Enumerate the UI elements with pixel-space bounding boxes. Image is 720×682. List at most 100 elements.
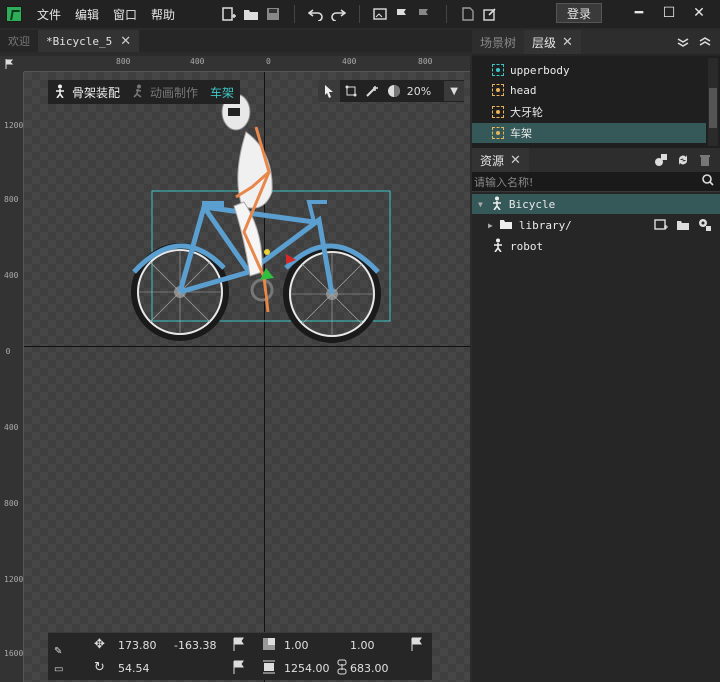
person-icon [492, 238, 504, 255]
menu-bar: 文件 编辑 窗口 帮助 [30, 6, 182, 23]
link-ratio-icon[interactable] [336, 659, 348, 679]
scale-x-value[interactable]: 1.00 [284, 639, 309, 652]
ruler-top-label: 400 [342, 57, 357, 66]
bicycle-figure[interactable] [24, 72, 470, 682]
tab-close-icon[interactable]: ✕ [120, 34, 131, 49]
onion-skin-icon[interactable] [383, 80, 405, 102]
height-value[interactable]: 683.00 [350, 662, 389, 675]
collapse-arrow-icon[interactable]: ▶ [488, 221, 493, 230]
tab-assets-label: 资源 [480, 153, 505, 168]
chainring [250, 278, 274, 302]
open-folder-icon[interactable] [240, 3, 262, 25]
layer-item-label: upperbody [510, 63, 570, 77]
app-logo-icon [6, 6, 22, 22]
close-icon[interactable]: ✕ [684, 2, 714, 24]
width-value[interactable]: 1254.00 [284, 662, 330, 675]
ruler-left-label: 1200 [4, 575, 24, 584]
layer-down-icon[interactable] [672, 33, 694, 51]
bone-icon [492, 84, 504, 96]
add-bone-icon[interactable] [361, 80, 383, 102]
transform-handle-icon[interactable] [340, 80, 362, 102]
open-folder-icon[interactable] [672, 215, 694, 235]
scale-icon [262, 637, 276, 655]
export-icon[interactable] [392, 3, 414, 25]
minimize-icon[interactable]: ━ [624, 2, 654, 24]
import-image-icon[interactable] [650, 215, 672, 235]
main-toolbar [218, 3, 501, 25]
layer-item[interactable]: head [472, 80, 706, 100]
stage-canvas[interactable] [24, 72, 470, 682]
tab-assets[interactable]: 资源 ✕ [472, 148, 529, 172]
menu-window[interactable]: 窗口 [106, 6, 144, 23]
document-icon[interactable] [457, 3, 479, 25]
zoom-dropdown-icon[interactable]: ▼ [444, 81, 464, 101]
redo-icon[interactable] [327, 3, 349, 25]
animation-mode-button[interactable]: 动画制作 [126, 80, 204, 104]
flag-icon[interactable] [232, 637, 244, 655]
ruler-top-label: 800 [418, 57, 433, 66]
locate-icon[interactable] [694, 215, 716, 235]
delete-icon[interactable] [694, 151, 716, 169]
tab-assets-close-icon[interactable]: ✕ [510, 153, 521, 168]
login-button[interactable]: 登录 [556, 3, 602, 23]
layer-scrollbar[interactable] [708, 58, 718, 146]
flag-icon[interactable] [410, 637, 422, 655]
menu-help[interactable]: 帮助 [144, 6, 182, 23]
menu-edit[interactable]: 编辑 [68, 6, 106, 23]
transform-properties: ✥ 173.80 -163.38 1.00 1.00 ↻ 54.54 1254.… [48, 632, 432, 680]
rigging-mode-button[interactable]: 骨架装配 [48, 80, 126, 104]
scale-y-value[interactable]: 1.00 [350, 639, 375, 652]
layer-item[interactable]: upperbody [472, 60, 706, 80]
flag-icon[interactable] [232, 660, 244, 678]
position-x-value[interactable]: 173.80 [118, 639, 157, 652]
rigging-mode-label: 骨架装配 [72, 85, 121, 100]
ruler-corner [0, 56, 24, 72]
layer-item[interactable]: 大牙轮 [472, 102, 706, 122]
asset-search-input[interactable] [474, 173, 694, 191]
rotation-value[interactable]: 54.54 [118, 662, 150, 675]
save-icon[interactable] [262, 3, 284, 25]
side-mini-tools: ✎ ▭ [50, 642, 72, 680]
layer-list: upperbody head 大牙轮 车架 [472, 56, 720, 148]
asset-item-label: robot [510, 239, 544, 253]
layer-up-icon[interactable] [694, 33, 716, 51]
asset-tree-item-library[interactable]: ▶ library/ [472, 215, 720, 235]
layer-item-selected[interactable]: 车架 [472, 123, 706, 143]
refresh-icon[interactable] [672, 151, 694, 169]
mode-bar: 骨架装配 动画制作 车架 [48, 80, 241, 104]
asset-item-label: Bicycle [508, 197, 556, 211]
new-file-icon[interactable] [218, 3, 240, 25]
tab-bicycle-label: *Bicycle_5 [46, 34, 113, 48]
tab-layers[interactable]: 层级 ✕ [524, 30, 581, 54]
tab-welcome[interactable]: 欢迎 [0, 30, 38, 52]
image-icon[interactable]: ▭ [54, 664, 63, 675]
ruler-left-label: 1600 [4, 649, 24, 658]
undo-icon[interactable] [305, 3, 327, 25]
edit-icon[interactable] [479, 3, 501, 25]
import-image-icon[interactable] [370, 3, 392, 25]
asset-search [472, 172, 720, 192]
title-bar: 文件 编辑 窗口 帮助 登录 ━ ☐ ✕ [0, 0, 720, 28]
export-flag-icon[interactable] [414, 3, 436, 25]
tab-bicycle[interactable]: *Bicycle_5 ✕ [38, 30, 140, 52]
right-panel: 场景树 层级 ✕ upperbody head 大牙轮 车架 资源 ✕ 请输入名… [472, 30, 720, 682]
select-arrow-icon[interactable] [318, 80, 340, 102]
asset-item-label: library/ [518, 218, 572, 232]
bone-icon [492, 106, 504, 118]
asset-tree-item-robot[interactable]: robot [472, 236, 720, 256]
tab-scene-tree-label: 场景树 [480, 35, 517, 50]
search-icon[interactable] [702, 174, 714, 189]
asset-tree-item-bicycle[interactable]: ▼ Bicycle [472, 194, 720, 214]
position-y-value[interactable]: -163.38 [174, 639, 216, 652]
maximize-icon[interactable]: ☐ [654, 2, 684, 24]
tab-layers-close-icon[interactable]: ✕ [562, 35, 573, 50]
animation-mode-label: 动画制作 [150, 85, 199, 100]
zoom-level: 20% [406, 84, 432, 98]
rotate-icon: ↻ [94, 660, 105, 675]
menu-file[interactable]: 文件 [30, 6, 68, 23]
pencil-icon[interactable]: ✎ [54, 646, 62, 657]
add-asset-icon[interactable] [650, 151, 672, 169]
ruler-left-label: 800 [4, 195, 19, 204]
tab-scene-tree[interactable]: 场景树 [472, 30, 524, 54]
expand-arrow-icon[interactable]: ▼ [478, 200, 483, 209]
